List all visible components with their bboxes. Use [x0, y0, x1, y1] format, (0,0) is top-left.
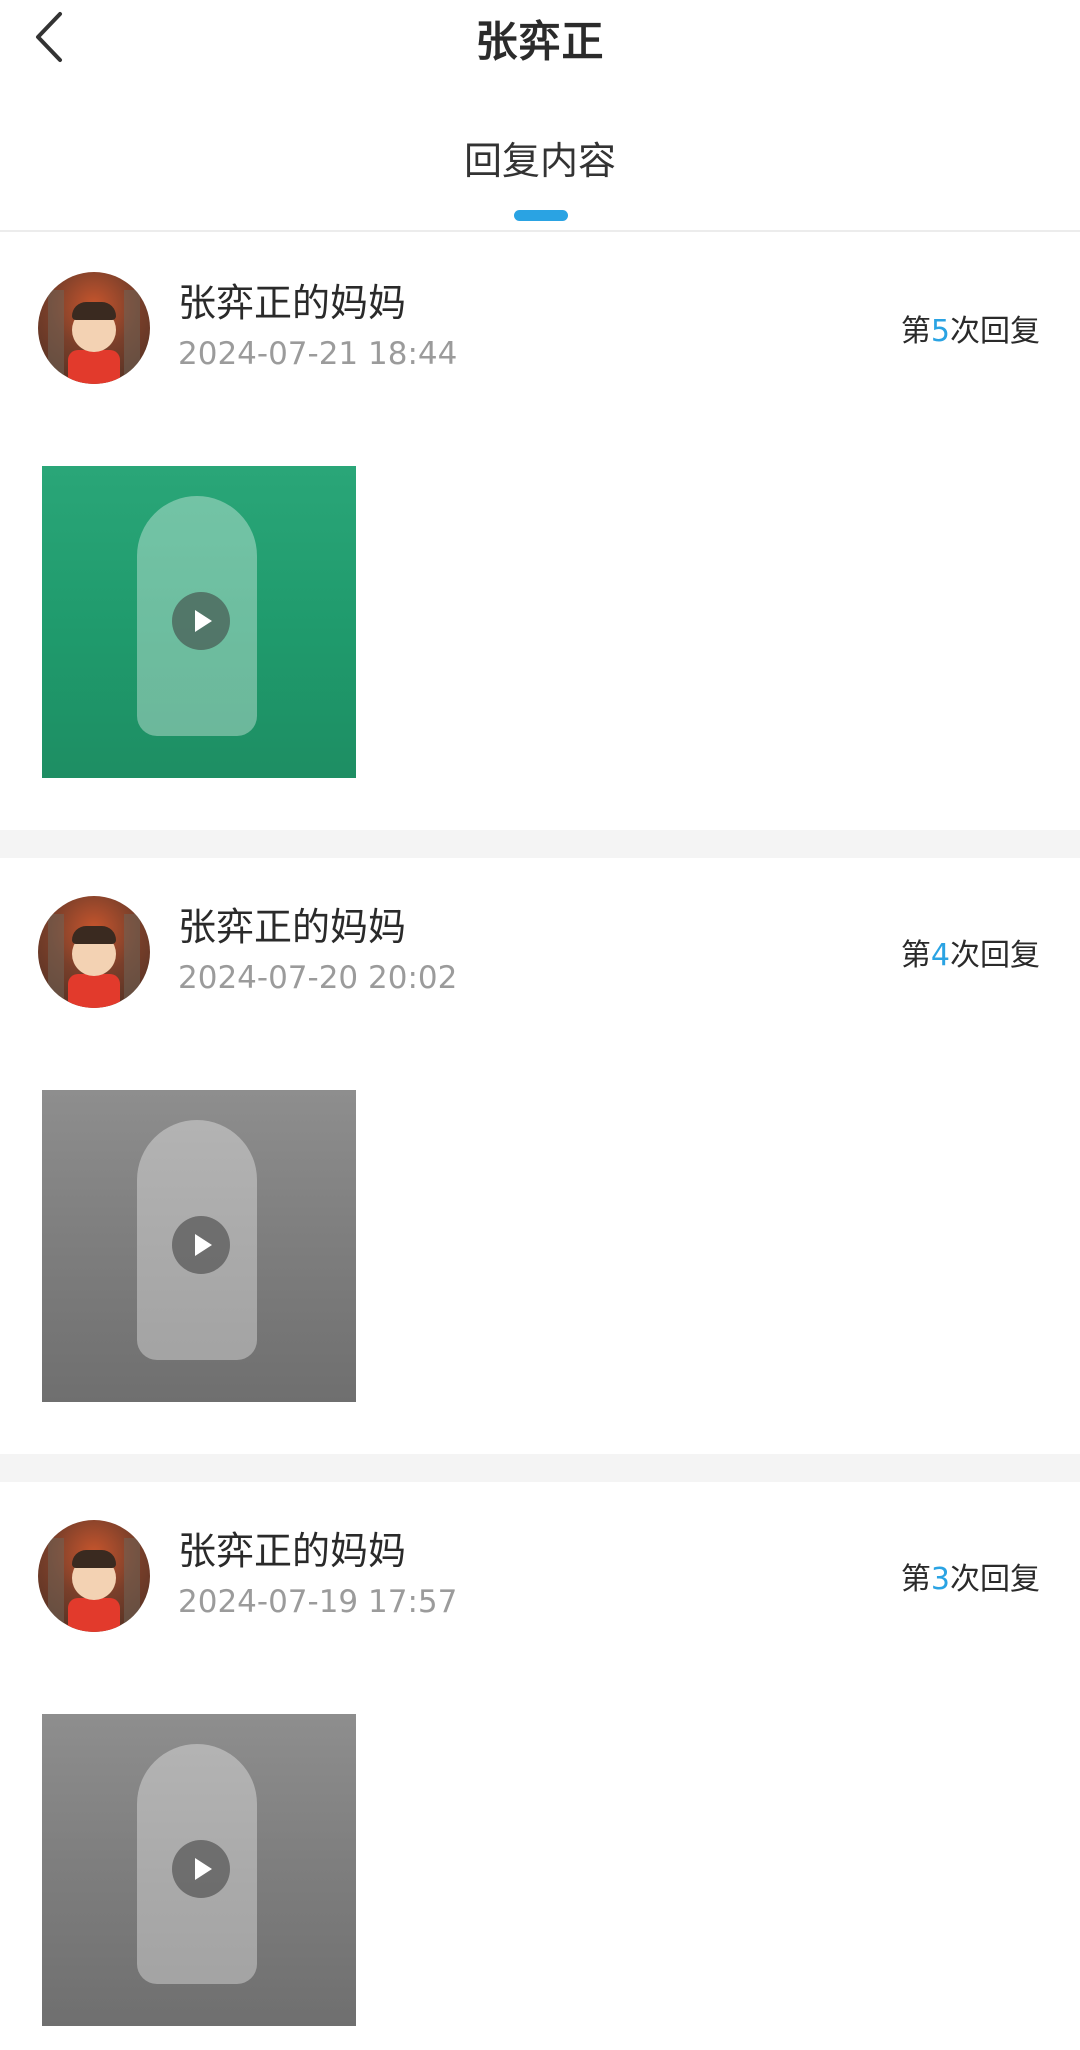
tab-reply-content[interactable]: 回复内容	[0, 130, 1080, 185]
avatar[interactable]	[38, 1520, 150, 1632]
reply-count-suffix: 次回复	[950, 1562, 1040, 1597]
reply-count-number: 5	[930, 314, 950, 349]
user-name: 张弈正的妈妈	[178, 281, 407, 325]
video-thumbnail[interactable]	[42, 1714, 356, 2026]
reply-item: 张弈正的妈妈 2024-07-20 20:02 第4次回复	[0, 858, 1080, 1454]
avatar[interactable]	[38, 896, 150, 1008]
page-title: 张弈正	[475, 17, 605, 66]
reply-count-number: 4	[930, 938, 950, 973]
reply-item: 张弈正的妈妈 2024-07-21 18:44 第5次回复	[0, 234, 1080, 830]
reply-time: 2024-07-21 18:44	[178, 336, 458, 372]
reply-count-prefix: 第	[900, 1562, 931, 1597]
reply-count-prefix: 第	[900, 938, 931, 973]
play-icon[interactable]	[172, 1840, 230, 1898]
tab-bar: 回复内容	[0, 130, 1080, 232]
reply-count-suffix: 次回复	[950, 314, 1040, 349]
reply-count: 第4次回复	[901, 930, 1040, 974]
play-icon[interactable]	[172, 592, 230, 650]
tab-active-indicator	[514, 210, 568, 221]
avatar[interactable]	[38, 272, 150, 384]
top-bar: 张弈正	[0, 0, 1080, 80]
app-root: 张弈正 回复内容 张弈正的妈妈 2024-07-21 18:44 第5次回复 张…	[0, 0, 1080, 2050]
video-thumbnail[interactable]	[42, 466, 356, 778]
reply-count-suffix: 次回复	[950, 938, 1040, 973]
video-thumbnail[interactable]	[42, 1090, 356, 1402]
section-divider	[0, 830, 1080, 858]
reply-count-number: 3	[930, 1562, 950, 1597]
reply-count: 第5次回复	[901, 306, 1040, 350]
reply-count-prefix: 第	[900, 314, 931, 349]
section-divider	[0, 1454, 1080, 1482]
reply-time: 2024-07-20 20:02	[178, 960, 458, 996]
user-name: 张弈正的妈妈	[178, 905, 407, 949]
reply-time: 2024-07-19 17:57	[178, 1584, 458, 1620]
user-name: 张弈正的妈妈	[178, 1529, 407, 1573]
reply-count: 第3次回复	[901, 1554, 1040, 1598]
reply-item: 张弈正的妈妈 2024-07-19 17:57 第3次回复	[0, 1482, 1080, 2050]
play-icon[interactable]	[172, 1216, 230, 1274]
